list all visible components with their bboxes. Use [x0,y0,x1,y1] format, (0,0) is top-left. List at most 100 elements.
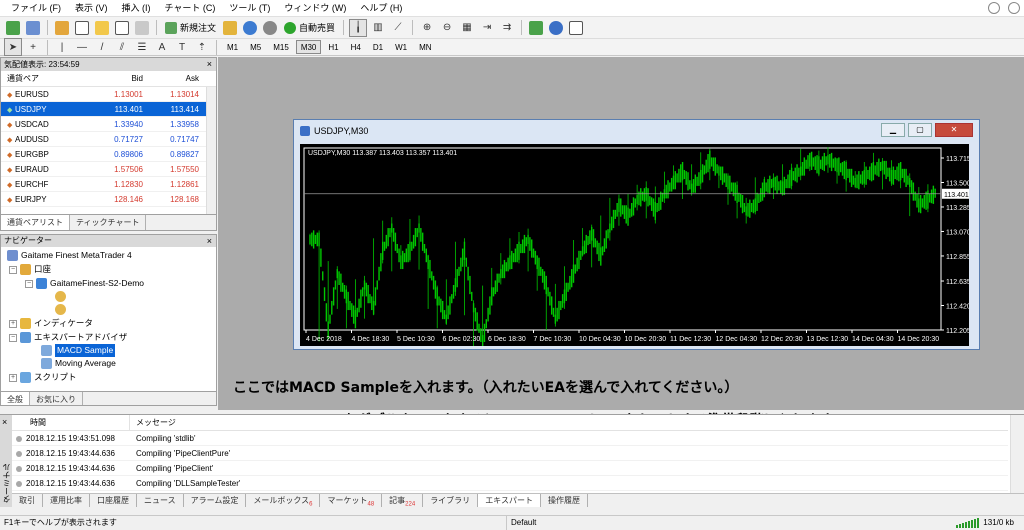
collapse-icon[interactable]: − [9,333,17,342]
column-symbol[interactable]: 通貨ペア [1,71,87,86]
profiles-button[interactable] [24,19,42,37]
collapse-icon[interactable]: − [9,265,17,274]
vertical-line-icon[interactable]: | [53,38,71,56]
menu-insert[interactable]: 挿入 (I) [115,0,158,17]
market-watch-row[interactable]: ◆ EURGBP 0.89806 0.89827 [1,147,216,162]
close-icon[interactable]: × [207,235,212,247]
text-icon[interactable]: A [153,38,171,56]
terminal-tab[interactable]: エキスパート [478,494,541,507]
timeframe-d1[interactable]: D1 [368,40,388,54]
market-watch-row[interactable]: ◆ EURCHF 1.12830 1.12861 [1,177,216,192]
terminal-icon[interactable] [113,19,131,37]
menu-tools[interactable]: ツール (T) [222,0,277,17]
log-row[interactable]: 2018.12.15 19:43:44.636 Compiling 'PipeCl… [12,447,1008,461]
menu-help[interactable]: ヘルプ (H) [353,0,409,17]
arrow-icon[interactable]: ⇡ [193,38,211,56]
timeframe-h1[interactable]: H1 [323,40,343,54]
autotrading-button[interactable]: 自動売買 [281,21,338,34]
menu-view[interactable]: 表示 (V) [68,0,115,17]
timeframe-w1[interactable]: W1 [390,40,412,54]
menu-file[interactable]: ファイル (F) [4,0,68,17]
terminal-tab[interactable]: ライブラリ [423,494,479,507]
data-window-icon[interactable] [73,19,91,37]
cursor-icon[interactable]: ➤ [4,38,22,56]
terminal-tab[interactable]: 運用比率 [43,494,90,507]
column-message[interactable]: メッセージ [130,415,176,430]
chart-window[interactable]: USDJPY,M30 ▁ ▢ ✕ USDJPY,M30 113.387 113.… [293,119,980,350]
signals-icon[interactable] [241,19,259,37]
collapse-icon[interactable]: − [25,279,33,288]
zoom-out-icon[interactable]: ⊖ [438,19,456,37]
column-bid[interactable]: Bid [87,71,146,86]
terminal-scrollbar[interactable] [1010,415,1024,493]
log-row[interactable]: 2018.12.15 19:43:44.636 Compiling 'DLLSam… [12,477,1008,491]
navigator-icon[interactable] [93,19,111,37]
expand-icon[interactable]: + [9,319,17,328]
terminal-tab[interactable]: 口座履歴 [90,494,137,507]
crosshair-icon[interactable]: + [24,38,42,56]
tab-symbols[interactable]: 通貨ペアリスト [1,215,70,230]
market-watch-row[interactable]: ◆ USDJPY 113.401 113.414 [1,102,216,117]
market-watch-scrollbar[interactable] [206,87,216,215]
timeframe-m1[interactable]: M1 [222,40,243,54]
candle-chart-icon[interactable]: ▥ [369,19,387,37]
terminal-tab[interactable]: 記事224 [382,494,424,508]
column-ask[interactable]: Ask [146,71,204,86]
tester-icon[interactable] [133,19,151,37]
timeframe-m5[interactable]: M5 [245,40,266,54]
metaeditor-icon[interactable] [221,19,239,37]
horizontal-line-icon[interactable]: — [73,38,91,56]
channel-icon[interactable]: ⫽ [113,38,131,56]
market-watch-row[interactable]: ◆ USDCAD 1.33940 1.33958 [1,117,216,132]
tree-indicators[interactable]: + インディケータ [9,317,93,330]
tree-expert-moving-average[interactable]: Moving Average [41,357,116,370]
tree-account-user[interactable] [55,291,66,302]
terminal-tab[interactable]: アラーム設定 [184,494,247,507]
search-icon[interactable] [988,2,1000,14]
tree-root[interactable]: Gaitame Finest MetaTrader 4 [7,249,132,262]
periods-icon[interactable] [547,19,565,37]
chat-icon[interactable] [1008,2,1020,14]
trendline-icon[interactable]: / [93,38,111,56]
tab-tick-chart[interactable]: ティックチャート [70,215,147,230]
new-order-button[interactable]: 新規注文 [162,21,219,34]
market-watch-row[interactable]: ◆ EURAUD 1.57506 1.57550 [1,162,216,177]
price-chart[interactable]: USDJPY,M30 113.387 113.403 113.357 113.4… [300,144,969,346]
close-icon[interactable]: × [207,58,212,71]
tab-common[interactable]: 全般 [1,392,30,405]
terminal-tab[interactable]: ニュース [137,494,184,507]
close-icon[interactable]: × [2,417,7,427]
terminal-tab[interactable]: メールボックス6 [246,494,321,508]
expand-icon[interactable]: + [9,373,17,382]
tree-account-user[interactable] [55,304,66,315]
market-watch-row[interactable]: ◆ EURUSD 1.13001 1.13014 [1,87,216,102]
chart-shift-icon[interactable]: ⇥ [478,19,496,37]
close-button[interactable]: ✕ [935,123,973,137]
market-icon[interactable] [261,19,279,37]
menu-window[interactable]: ウィンドウ (W) [277,0,353,17]
bar-chart-icon[interactable]: ╽ [349,18,368,37]
chart-titlebar[interactable]: USDJPY,M30 ▁ ▢ ✕ [294,120,979,142]
timeframe-mn[interactable]: MN [414,40,436,54]
terminal-tab[interactable]: マーケット48 [320,494,383,508]
tree-experts[interactable]: − エキスパートアドバイザ [9,331,127,344]
menu-chart[interactable]: チャート (C) [158,0,223,17]
fibonacci-icon[interactable]: ☰ [133,38,151,56]
zoom-in-icon[interactable]: ⊕ [418,19,436,37]
tree-accounts[interactable]: − 口座 [9,263,51,276]
new-chart-button[interactable] [4,19,22,37]
market-watch-icon[interactable] [53,19,71,37]
log-row[interactable]: 2018.12.15 19:43:44.636 Compiling 'PipeCl… [12,462,1008,476]
tree-expert-macd-sample[interactable]: MACD Sample [41,344,116,357]
terminal-tab[interactable]: 取引 [12,494,43,507]
market-watch-row[interactable]: ◆ AUDUSD 0.71727 0.71747 [1,132,216,147]
timeframe-m15[interactable]: M15 [268,40,294,54]
timeframe-h4[interactable]: H4 [346,40,366,54]
column-time[interactable]: 時間 [12,415,130,430]
market-watch-row[interactable]: ◆ EURJPY 128.146 128.168 [1,192,216,207]
tree-account-server[interactable]: − GaitameFinest-S2-Demo [25,277,144,290]
autoscroll-icon[interactable]: ⇉ [498,19,516,37]
tree-scripts[interactable]: + スクリプト [9,371,77,384]
timeframe-m30[interactable]: M30 [295,40,322,54]
tab-favorites[interactable]: お気に入り [30,392,83,405]
